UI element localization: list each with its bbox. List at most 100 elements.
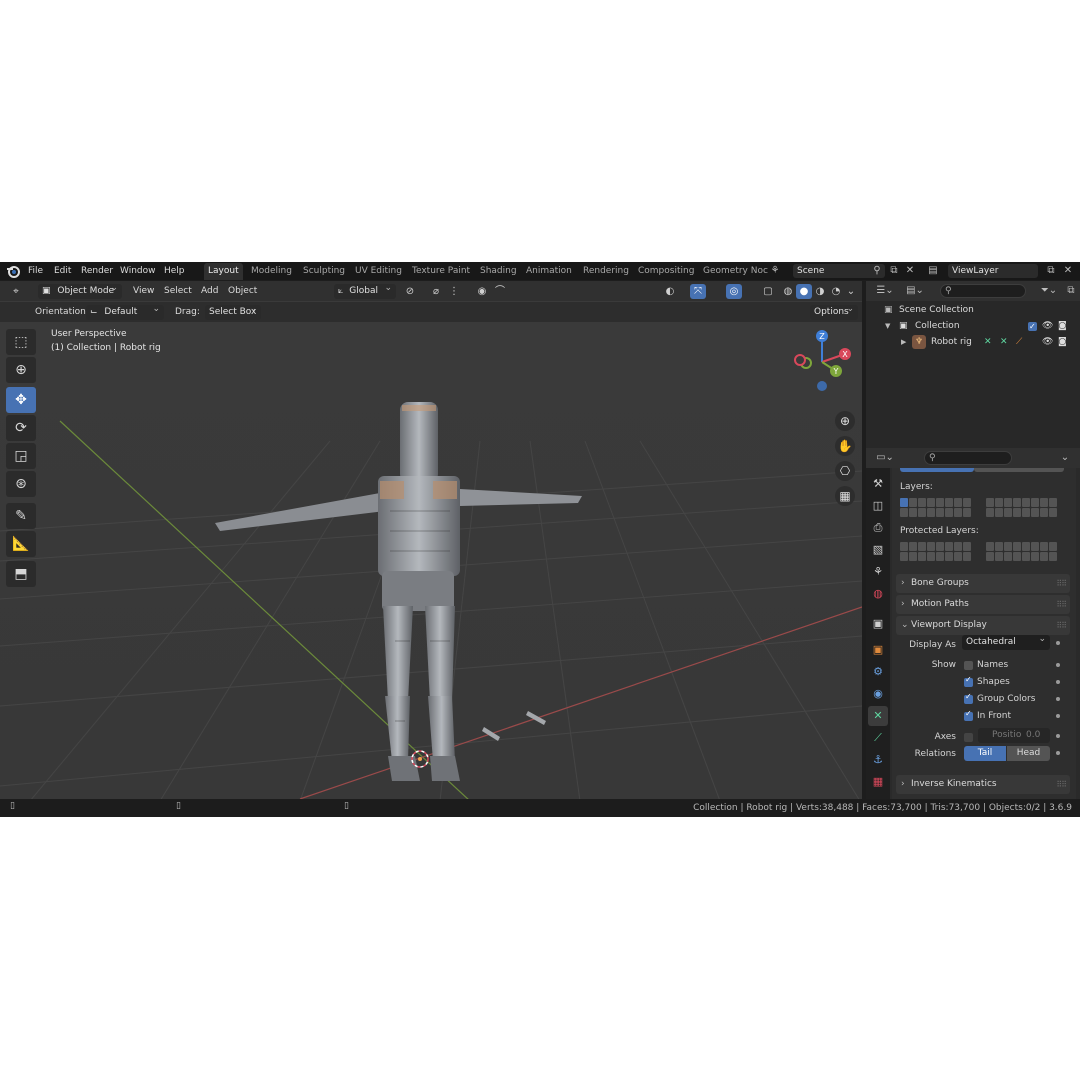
protected-layers-grid-left[interactable] <box>900 542 971 561</box>
proportional-falloff-icon[interactable]: ⌒ <box>492 284 508 299</box>
navigation-gizmo[interactable]: Z X Y <box>790 327 854 397</box>
drag-dropdown[interactable]: Select Box <box>205 302 261 320</box>
overlays-toggle-icon[interactable]: ◎ <box>726 284 742 299</box>
render-camera-icon[interactable]: ◙ <box>1058 334 1067 350</box>
drag-grip-icon[interactable]: ⠿⠿ <box>1056 775 1067 794</box>
measure-tool[interactable]: 📐 <box>6 531 36 557</box>
tab-render-icon[interactable]: ◫ <box>868 496 888 516</box>
tab-texture-paint[interactable]: Texture Paint <box>408 263 474 280</box>
drag-grip-icon[interactable]: ⠿⠿ <box>1056 595 1067 614</box>
menu-help[interactable]: Help <box>164 262 185 280</box>
shading-material-icon[interactable]: ◑ <box>812 284 828 299</box>
bone-layers-grid-right[interactable] <box>986 498 1057 517</box>
mode-dropdown[interactable]: ▣ Object Mode <box>38 281 122 299</box>
view-layer-selector[interactable]: ViewLayer <box>948 264 1038 278</box>
keyframe-dot-icon[interactable] <box>1056 663 1060 667</box>
tab-shading[interactable]: Shading <box>476 263 521 280</box>
close-icon[interactable]: ✕ <box>904 264 916 278</box>
keyframe-dot-icon[interactable] <box>1056 641 1060 645</box>
move-tool[interactable]: ✥ <box>6 387 36 413</box>
shading-solid-icon[interactable]: ● <box>796 284 812 299</box>
pan-hand-icon[interactable]: ✋ <box>835 436 855 456</box>
gizmo-neg-x-axis[interactable] <box>794 354 806 366</box>
tab-tool-icon[interactable]: ⚒ <box>868 474 888 494</box>
menu-window[interactable]: Window <box>120 262 156 280</box>
add-cube-tool[interactable]: ⬒ <box>6 561 36 587</box>
orientation-dropdown[interactable]: ⌙ Default <box>86 302 164 320</box>
keyframe-dot-icon[interactable] <box>1056 714 1060 718</box>
snap-target-icon[interactable]: ⋮ <box>446 284 462 299</box>
tab-object-icon[interactable]: ▣ <box>868 640 888 660</box>
proportional-edit-icon[interactable]: ◉ <box>474 284 490 299</box>
shading-rendered-icon[interactable]: ◔ <box>828 284 844 299</box>
tab-uv-editing[interactable]: UV Editing <box>351 263 406 280</box>
transform-tool[interactable]: ⊛ <box>6 471 36 497</box>
collection-exclude-checkbox[interactable] <box>1028 319 1037 335</box>
menu-add[interactable]: Add <box>201 284 218 299</box>
drag-grip-icon[interactable]: ⠿⠿ <box>1056 616 1067 635</box>
tab-sculpting[interactable]: Sculpting <box>299 263 349 280</box>
tab-collection-icon[interactable]: ▣ <box>868 614 888 634</box>
zoom-icon[interactable]: ⊕ <box>835 411 855 431</box>
tab-texture-icon[interactable]: ▦ <box>868 772 888 792</box>
panel-inverse-kinematics[interactable]: › Inverse Kinematics ⠿⠿ <box>896 775 1070 794</box>
show-group-colors-checkbox[interactable] <box>964 692 973 704</box>
relations-head-button[interactable]: Head <box>1007 746 1050 761</box>
select-box-tool[interactable]: ⬚ <box>6 329 36 355</box>
tab-compositing[interactable]: Compositing <box>634 263 698 280</box>
new-collection-icon[interactable]: ⧉ <box>1064 284 1078 298</box>
menu-render[interactable]: Render <box>81 262 113 280</box>
scale-tool[interactable]: ◲ <box>6 443 36 469</box>
scene-icon[interactable]: ⚘ <box>768 264 782 278</box>
new-view-layer-icon[interactable]: ⧉ <box>1045 264 1057 278</box>
show-in-front-checkbox[interactable] <box>964 709 973 721</box>
options-chevron-icon[interactable]: ⌄ <box>1058 451 1072 465</box>
tab-view-layer-icon[interactable]: ▧ <box>868 540 888 560</box>
rest-position-button[interactable] <box>974 468 1064 472</box>
tab-physics-icon[interactable]: ◉ <box>868 684 888 704</box>
axes-position-field[interactable]: Positio 0.0 <box>978 728 1050 743</box>
tab-layout[interactable]: Layout <box>204 263 243 280</box>
axes-checkbox[interactable] <box>964 733 973 742</box>
pin-icon[interactable]: ⚲ <box>871 264 883 278</box>
menu-view[interactable]: View <box>133 284 154 299</box>
3d-viewport[interactable]: ⌖ ▣ Object Mode View Select Add Object ⟀… <box>0 281 862 799</box>
tab-geometry-nodes[interactable]: Geometry Noc <box>699 263 772 280</box>
properties-search-input[interactable]: ⚲ <box>924 451 1012 465</box>
bone-icon[interactable]: ✕ <box>1000 334 1008 350</box>
panel-motion-paths[interactable]: › Motion Paths ⠿⠿ <box>896 595 1070 614</box>
close-view-layer-icon[interactable]: ✕ <box>1062 264 1074 278</box>
new-scene-icon[interactable]: ⧉ <box>888 264 900 278</box>
protected-layers-grid-right[interactable] <box>986 542 1057 561</box>
gizmo-toggle-icon[interactable]: ⤧ <box>690 284 706 299</box>
blender-logo-icon[interactable] <box>6 264 20 278</box>
cursor-tool[interactable]: ⊕ <box>6 357 36 383</box>
shading-wireframe-icon[interactable]: ◍ <box>780 284 796 299</box>
snap-icon[interactable]: ⌀ <box>428 284 444 299</box>
expand-chevron-icon[interactable]: ▼ <box>885 318 890 334</box>
show-names-checkbox[interactable] <box>964 661 973 670</box>
tab-animation[interactable]: Animation <box>522 263 576 280</box>
display-as-dropdown[interactable]: Octahedral <box>962 632 1050 650</box>
drag-grip-icon[interactable]: ⠿⠿ <box>1056 574 1067 593</box>
outliner-search-input[interactable]: ⚲ <box>940 284 1026 298</box>
keyframe-dot-icon[interactable] <box>1056 697 1060 701</box>
tab-world-icon[interactable]: ◍ <box>868 584 888 604</box>
pose-icon[interactable]: ✕ <box>984 334 992 350</box>
keyframe-dot-icon[interactable] <box>1056 734 1060 738</box>
perspective-toggle-icon[interactable]: ▦ <box>835 486 855 506</box>
outliner-row-collection[interactable]: ▼ ▣ Collection 👁 ◙ <box>866 318 1080 335</box>
properties-editor-type-icon[interactable]: ▭⌄ <box>874 451 896 465</box>
editor-type-icon[interactable]: ⌖ <box>8 284 24 299</box>
outliner-row-robot-rig[interactable]: ▶ ♆ Robot rig ✕ ✕ ⟋ 👁 ◙ <box>866 334 1080 350</box>
tab-output-icon[interactable]: ⎙ <box>868 518 888 538</box>
tab-rendering[interactable]: Rendering <box>579 263 633 280</box>
menu-edit[interactable]: Edit <box>54 262 71 280</box>
menu-select[interactable]: Select <box>164 284 192 299</box>
annotate-tool[interactable]: ✎ <box>6 503 36 529</box>
bone-layers-grid-left[interactable] <box>900 498 971 517</box>
panel-bone-groups[interactable]: › Bone Groups ⠿⠿ <box>896 574 1070 593</box>
gizmo-neg-z-axis[interactable] <box>817 381 827 391</box>
rotate-tool[interactable]: ⟳ <box>6 415 36 441</box>
relations-tail-button[interactable]: Tail <box>964 746 1006 761</box>
